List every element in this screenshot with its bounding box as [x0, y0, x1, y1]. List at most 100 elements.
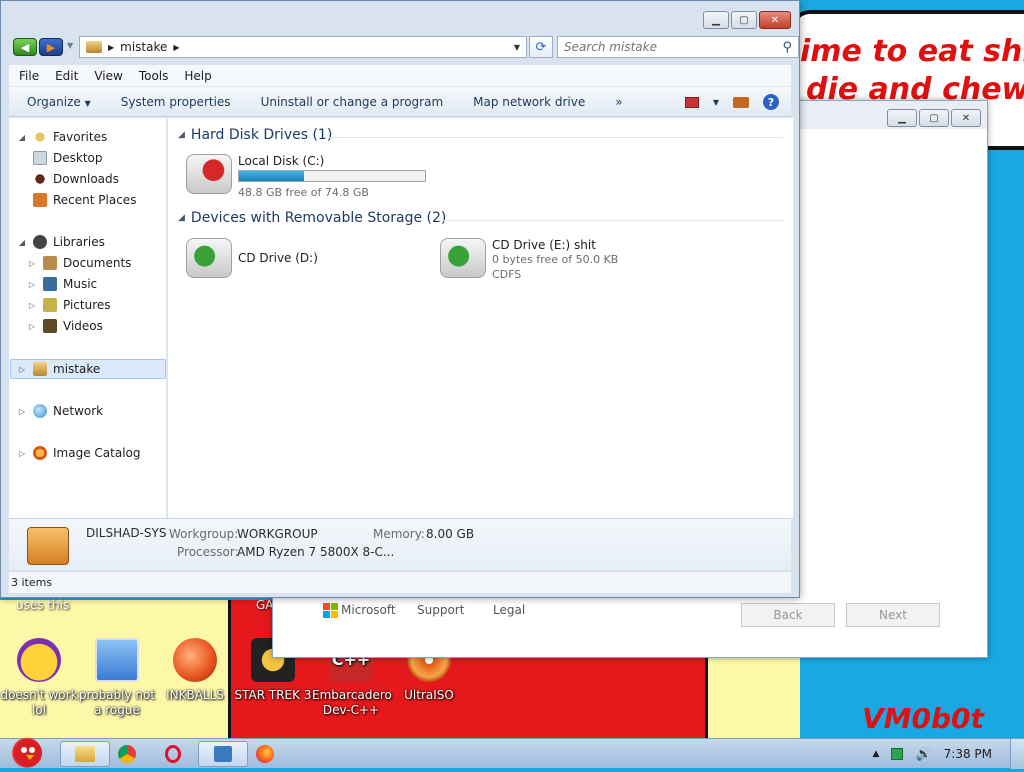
minimize-button[interactable]: ▁ [703, 11, 729, 29]
drive-cd-e[interactable]: CD Drive (E:) shit 0 bytes free of 50.0 … [440, 238, 618, 282]
show-desktop-button[interactable] [1010, 739, 1024, 769]
support-link[interactable]: Support [417, 603, 464, 617]
recent-pages-dropdown[interactable]: ▼ [67, 41, 73, 50]
desktop-icon-label: UltraISO [404, 688, 454, 702]
taskbar-chrome[interactable] [102, 741, 152, 767]
nav-item-computer[interactable]: ▷ mistake [17, 359, 100, 379]
system-tray: ▲ 🔊 7:38 PM [873, 739, 1024, 769]
close-button[interactable]: ✕ [951, 109, 981, 127]
collapsed-arrow-icon[interactable]: ▷ [17, 449, 27, 458]
group-header-removable-storage[interactable]: ◢ Devices with Removable Storage (2) [178, 210, 446, 226]
collapsed-arrow-icon[interactable]: ▷ [17, 365, 27, 374]
preview-pane-icon[interactable] [733, 96, 749, 108]
menu-tools[interactable]: Tools [139, 69, 169, 83]
menu-bar: File Edit View Tools Help [9, 65, 791, 87]
desktop-icon-yahoo[interactable]: doesn't work lol [0, 638, 78, 718]
organize-label: Organize [27, 94, 81, 109]
command-bar: Organize ▼ System properties Uninstall o… [9, 87, 791, 117]
collapsed-arrow-icon[interactable]: ▷ [17, 407, 27, 416]
collapsed-arrow-icon[interactable]: ▷ [27, 280, 37, 289]
search-input[interactable] [564, 40, 764, 54]
maximize-button[interactable]: ▢ [731, 11, 757, 29]
nav-item-music[interactable]: ▷ Music [27, 274, 97, 294]
maximize-button[interactable]: ▢ [919, 109, 949, 127]
nav-item-documents[interactable]: ▷ Documents [27, 253, 131, 273]
expanded-arrow-icon[interactable]: ◢ [17, 133, 27, 142]
nav-item-pictures[interactable]: ▷ Pictures [27, 295, 111, 315]
menu-file[interactable]: File [19, 69, 39, 83]
nav-item-libraries[interactable]: ◢ Libraries [17, 232, 105, 252]
nav-label: mistake [53, 362, 101, 376]
menu-edit[interactable]: Edit [55, 69, 78, 83]
address-dropdown-icon[interactable]: ▼ [514, 43, 520, 52]
search-box[interactable]: ⚲ [557, 36, 799, 58]
gear-monitor-icon [95, 638, 139, 682]
collapsed-arrow-icon[interactable]: ▷ [27, 301, 37, 310]
expanded-arrow-icon[interactable]: ◢ [17, 238, 27, 247]
microsoft-logo-text: Microsoft [341, 603, 396, 617]
nav-item-network[interactable]: ▷ Network [17, 401, 103, 421]
folder-icon [75, 746, 95, 762]
volume-icon[interactable]: 🔊 [915, 747, 931, 762]
microsoft-logo-icon [323, 603, 338, 618]
menu-help[interactable]: Help [184, 69, 211, 83]
taskbar-opera[interactable] [148, 741, 198, 767]
collapsed-arrow-icon[interactable]: ▷ [27, 259, 37, 268]
computer-icon [33, 362, 47, 376]
back-button[interactable]: Back [741, 603, 835, 627]
collapse-group-icon[interactable]: ◢ [178, 213, 185, 223]
search-icon[interactable]: ⚲ [782, 40, 792, 55]
inkball-icon [173, 638, 217, 682]
collapse-group-icon[interactable]: ◢ [178, 130, 185, 140]
nav-item-desktop[interactable]: Desktop [33, 148, 103, 168]
nav-item-image-catalog[interactable]: ▷ Image Catalog [17, 443, 140, 463]
change-view-icon[interactable] [684, 96, 699, 108]
help-icon[interactable]: ? [763, 94, 779, 110]
command-bar-right: ▼ ? [684, 94, 779, 110]
map-network-drive-button[interactable]: Map network drive [473, 95, 585, 109]
close-button[interactable]: ✕ [759, 11, 791, 29]
item-count: 3 items [11, 576, 53, 589]
system-properties-button[interactable]: System properties [121, 95, 231, 109]
forward-button[interactable]: ▶ [39, 38, 63, 56]
organize-button[interactable]: Organize ▼ [27, 95, 91, 109]
nav-item-favorites[interactable]: ◢ Favorites [17, 127, 107, 147]
view-dropdown-icon[interactable]: ▼ [713, 98, 719, 107]
chrome-icon [118, 745, 136, 763]
drive-cd-d[interactable]: CD Drive (D:) [186, 238, 318, 278]
nav-label: Music [63, 277, 98, 291]
desktop-partial-label: uses this [16, 598, 70, 612]
nav-label: Libraries [53, 235, 105, 249]
desktop-icon-inkballs[interactable]: INKBALLS [156, 638, 234, 703]
nav-label: Documents [63, 256, 132, 270]
explorer-window[interactable]: ▁ ▢ ✕ ◀ ▶ ▼ ▶ mistake ▶ ▼ ⟳ ⚲ File Edit … [0, 0, 800, 598]
group-header-hard-disk-drives[interactable]: ◢ Hard Disk Drives (1) [178, 127, 332, 143]
next-button[interactable]: Next [846, 603, 940, 627]
minimize-button[interactable]: ▁ [887, 109, 917, 127]
drive-local-disk-c[interactable]: Local Disk (C:) 48.8 GB free of 74.8 GB [186, 154, 426, 200]
refresh-button[interactable]: ⟳ [529, 36, 553, 58]
more-commands-button[interactable]: » [615, 95, 622, 109]
desktop-icon-rogue[interactable]: probably not a rogue [78, 638, 156, 718]
maximize-icon: ▢ [739, 14, 749, 26]
nav-item-downloads[interactable]: Downloads [33, 169, 119, 189]
nav-item-recent-places[interactable]: Recent Places [33, 190, 136, 210]
show-hidden-icons-icon[interactable]: ▲ [873, 749, 880, 759]
breadcrumb-computer[interactable]: mistake [120, 40, 167, 54]
memory-label: Memory: [373, 527, 425, 541]
hard-drive-icon [186, 154, 232, 194]
legal-link[interactable]: Legal [493, 603, 525, 617]
network-status-icon[interactable] [891, 748, 904, 760]
breadcrumb-chevron-icon[interactable]: ▶ [173, 43, 179, 52]
nav-item-videos[interactable]: ▷ Videos [27, 316, 103, 336]
start-button[interactable] [4, 733, 50, 769]
address-row: ◀ ▶ ▼ ▶ mistake ▶ ▼ ⟳ ⚲ [11, 35, 799, 59]
collapsed-arrow-icon[interactable]: ▷ [27, 322, 37, 331]
taskbar-firefox[interactable] [240, 741, 290, 767]
address-bar[interactable]: ▶ mistake ▶ ▼ [79, 36, 527, 58]
clock[interactable]: 7:38 PM [944, 747, 992, 761]
drive-filesystem: CDFS [492, 268, 522, 281]
uninstall-program-button[interactable]: Uninstall or change a program [261, 95, 444, 109]
back-button[interactable]: ◀ [13, 38, 37, 56]
menu-view[interactable]: View [94, 69, 122, 83]
